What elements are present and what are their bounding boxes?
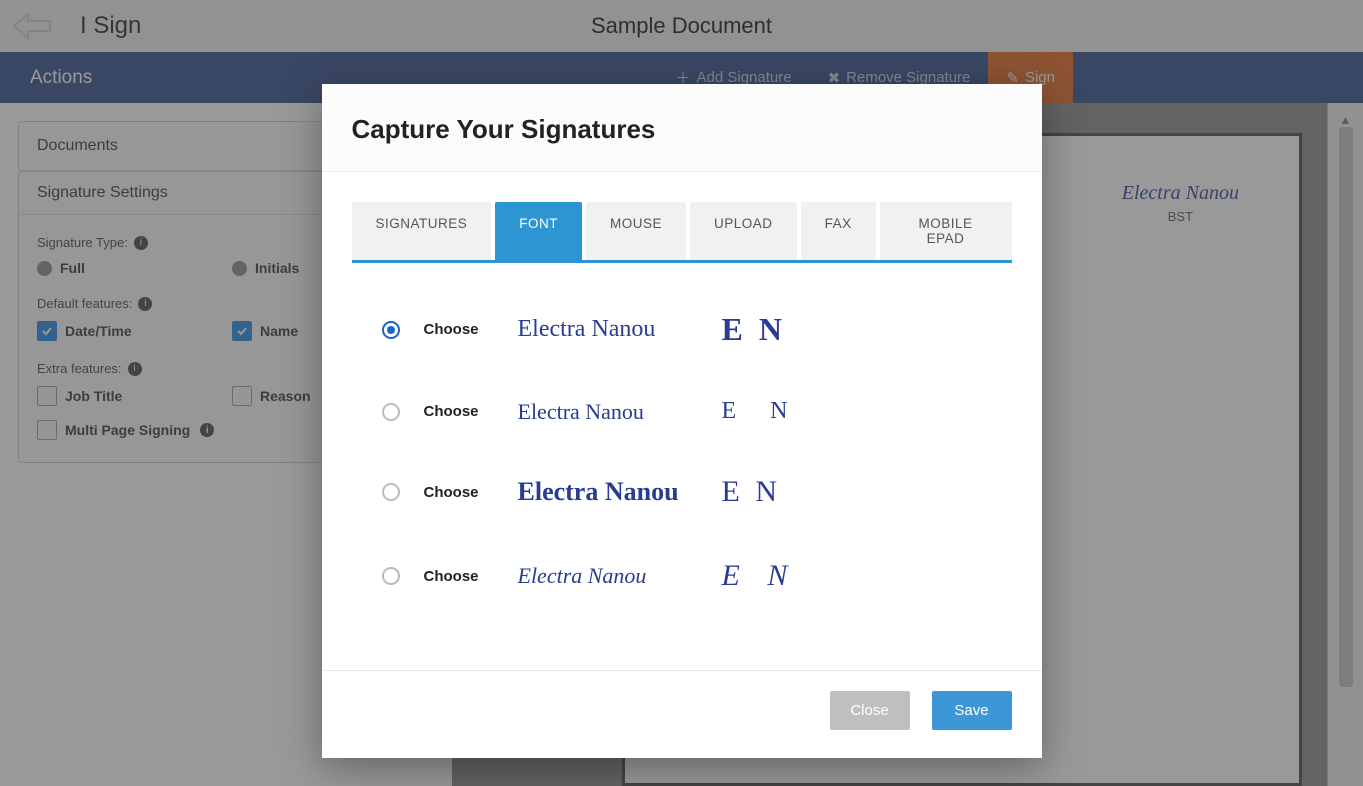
radio-icon: [382, 321, 400, 339]
signature-full-preview: Electra Nanou: [518, 316, 698, 343]
radio-icon: [382, 567, 400, 585]
choose-label: Choose: [424, 321, 494, 338]
tab-font[interactable]: FONT: [495, 202, 582, 260]
signature-initials-preview: E N: [722, 311, 802, 348]
signature-initials-preview: E N: [722, 559, 802, 593]
signature-full-preview: Electra Nanou: [518, 477, 698, 507]
signature-full-preview: Electra Nanou: [518, 399, 698, 425]
modal-overlay: Capture Your Signatures SIGNATURES FONT …: [0, 0, 1363, 786]
modal-tabs: SIGNATURES FONT MOUSE UPLOAD FAX MOBILE …: [352, 202, 1012, 263]
modal-title: Capture Your Signatures: [352, 114, 1012, 145]
modal-header: Capture Your Signatures: [322, 84, 1042, 172]
signature-full-preview: Electra Nanou: [518, 563, 698, 589]
tab-mouse[interactable]: MOUSE: [586, 202, 686, 260]
tab-upload[interactable]: UPLOAD: [690, 202, 797, 260]
choose-label: Choose: [424, 568, 494, 585]
capture-signature-modal: Capture Your Signatures SIGNATURES FONT …: [322, 84, 1042, 758]
modal-footer: Close Save: [322, 670, 1042, 758]
font-option-1[interactable]: Choose Electra Nanou E N: [352, 297, 1012, 384]
signature-initials-preview: E N: [722, 398, 802, 425]
close-button[interactable]: Close: [830, 691, 910, 730]
radio-icon: [382, 403, 400, 421]
tab-fax[interactable]: FAX: [801, 202, 876, 260]
modal-body: SIGNATURES FONT MOUSE UPLOAD FAX MOBILE …: [322, 172, 1042, 670]
choose-label: Choose: [424, 484, 494, 501]
signature-initials-preview: E N: [722, 475, 802, 509]
save-button[interactable]: Save: [932, 691, 1012, 730]
tab-signatures[interactable]: SIGNATURES: [352, 202, 492, 260]
font-option-2[interactable]: Choose Electra Nanou E N: [352, 384, 1012, 461]
tab-mobile-epad[interactable]: MOBILE EPAD: [880, 202, 1012, 260]
font-option-4[interactable]: Choose Electra Nanou E N: [352, 545, 1012, 629]
font-option-3[interactable]: Choose Electra Nanou E N: [352, 461, 1012, 545]
radio-icon: [382, 483, 400, 501]
choose-label: Choose: [424, 403, 494, 420]
